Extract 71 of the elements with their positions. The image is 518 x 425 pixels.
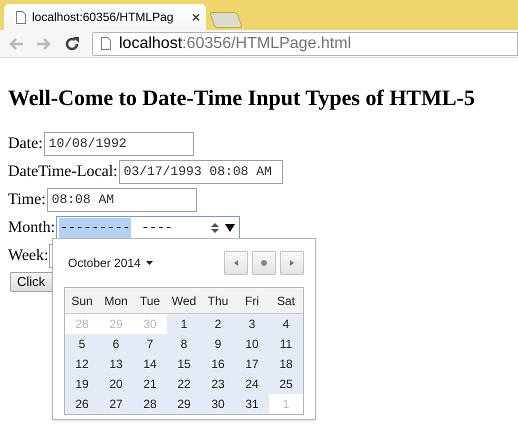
day-cell[interactable]: 28 <box>133 394 167 414</box>
tab-close-button[interactable]: × <box>192 6 200 28</box>
day-cell[interactable]: 30 <box>201 394 235 414</box>
page-icon <box>16 10 26 24</box>
day-cell[interactable]: 23 <box>201 374 235 394</box>
weekday-label: Wed <box>170 292 198 310</box>
input-field[interactable]: 03/17/1993 08:08 AM <box>118 160 283 184</box>
day-cell[interactable]: 16 <box>201 354 235 374</box>
day-cell[interactable]: 4 <box>269 314 303 334</box>
caret-icon <box>146 261 153 265</box>
back-arrow-icon[interactable] <box>8 36 24 50</box>
day-cell[interactable]: 1 <box>167 314 201 334</box>
page-heading: Well-Come to Date-Time Input Types of HTML-5 <box>8 84 476 112</box>
weekday-label: Sat <box>276 292 296 310</box>
day-cell[interactable]: 6 <box>99 334 133 354</box>
browser-tab[interactable]: localhost:60356/HTMLPag × <box>4 4 206 30</box>
field-label: Time: <box>8 190 46 210</box>
reload-icon[interactable] <box>64 36 80 52</box>
address-bar[interactable]: localhost:60356/HTMLPage.html <box>92 32 518 56</box>
day-cell[interactable]: 3 <box>235 314 269 334</box>
day-cell[interactable]: 15 <box>167 354 201 374</box>
day-cell[interactable]: 22 <box>167 374 201 394</box>
day-cell[interactable]: 11 <box>269 334 303 354</box>
forward-arrow-icon[interactable] <box>36 36 52 50</box>
left-triangle-icon <box>234 260 238 266</box>
right-triangle-icon <box>290 260 294 266</box>
day-cell[interactable]: 13 <box>99 354 133 374</box>
day-cell[interactable]: 20 <box>99 374 133 394</box>
day-cell[interactable]: 18 <box>269 354 303 374</box>
today-button[interactable] <box>252 251 276 275</box>
year-segment[interactable]: ---- <box>141 218 173 238</box>
input-field[interactable]: 08:08 AM <box>46 188 197 212</box>
day-cell[interactable]: 31 <box>235 394 269 414</box>
next-month-button[interactable] <box>280 251 304 275</box>
tab-title: localhost:60356/HTMLPag <box>32 9 174 26</box>
spinner-icon[interactable] <box>211 222 220 234</box>
url-text: localhost:60356/HTMLPage.html <box>119 34 352 54</box>
day-cell[interactable]: 5 <box>65 334 99 354</box>
page-icon <box>101 37 111 50</box>
weekday-label: Mon <box>103 292 129 310</box>
weekday-label: Sun <box>70 292 94 310</box>
new-tab-button[interactable] <box>209 12 243 28</box>
day-cell[interactable]: 10 <box>235 334 269 354</box>
day-cell[interactable]: 29 <box>167 394 201 414</box>
month-year-selector[interactable]: October 2014 <box>68 254 153 272</box>
day-cell[interactable]: 17 <box>235 354 269 374</box>
day-cell[interactable]: 7 <box>133 334 167 354</box>
day-cell[interactable]: 9 <box>201 334 235 354</box>
day-cell[interactable]: 14 <box>133 354 167 374</box>
day-cell[interactable]: 26 <box>65 394 99 414</box>
field-label: Date: <box>8 134 43 154</box>
dropdown-arrow-icon[interactable] <box>225 224 236 232</box>
day-cell[interactable]: 19 <box>65 374 99 394</box>
day-cell[interactable]: 8 <box>167 334 201 354</box>
day-cell[interactable]: 21 <box>133 374 167 394</box>
input-field[interactable]: 10/08/1992 <box>44 132 194 156</box>
weekday-label: Thu <box>206 292 230 310</box>
month-input[interactable]: --------- ---- <box>56 216 240 240</box>
weekday-label: Fri <box>244 292 260 310</box>
dot-icon <box>261 260 267 266</box>
field-label: DateTime-Local: <box>8 162 118 182</box>
field-label: Month: <box>8 218 56 238</box>
weekday-label: Tue <box>138 292 162 310</box>
day-cell[interactable]: 27 <box>99 394 133 414</box>
month-segment[interactable]: --------- <box>59 218 132 238</box>
field-label: Week: <box>8 246 48 266</box>
day-cell[interactable]: 2 <box>201 314 235 334</box>
previous-month-button[interactable] <box>224 251 248 275</box>
day-cell[interactable]: 12 <box>65 354 99 374</box>
day-cell[interactable]: 25 <box>269 374 303 394</box>
day-cell[interactable]: 24 <box>235 374 269 394</box>
